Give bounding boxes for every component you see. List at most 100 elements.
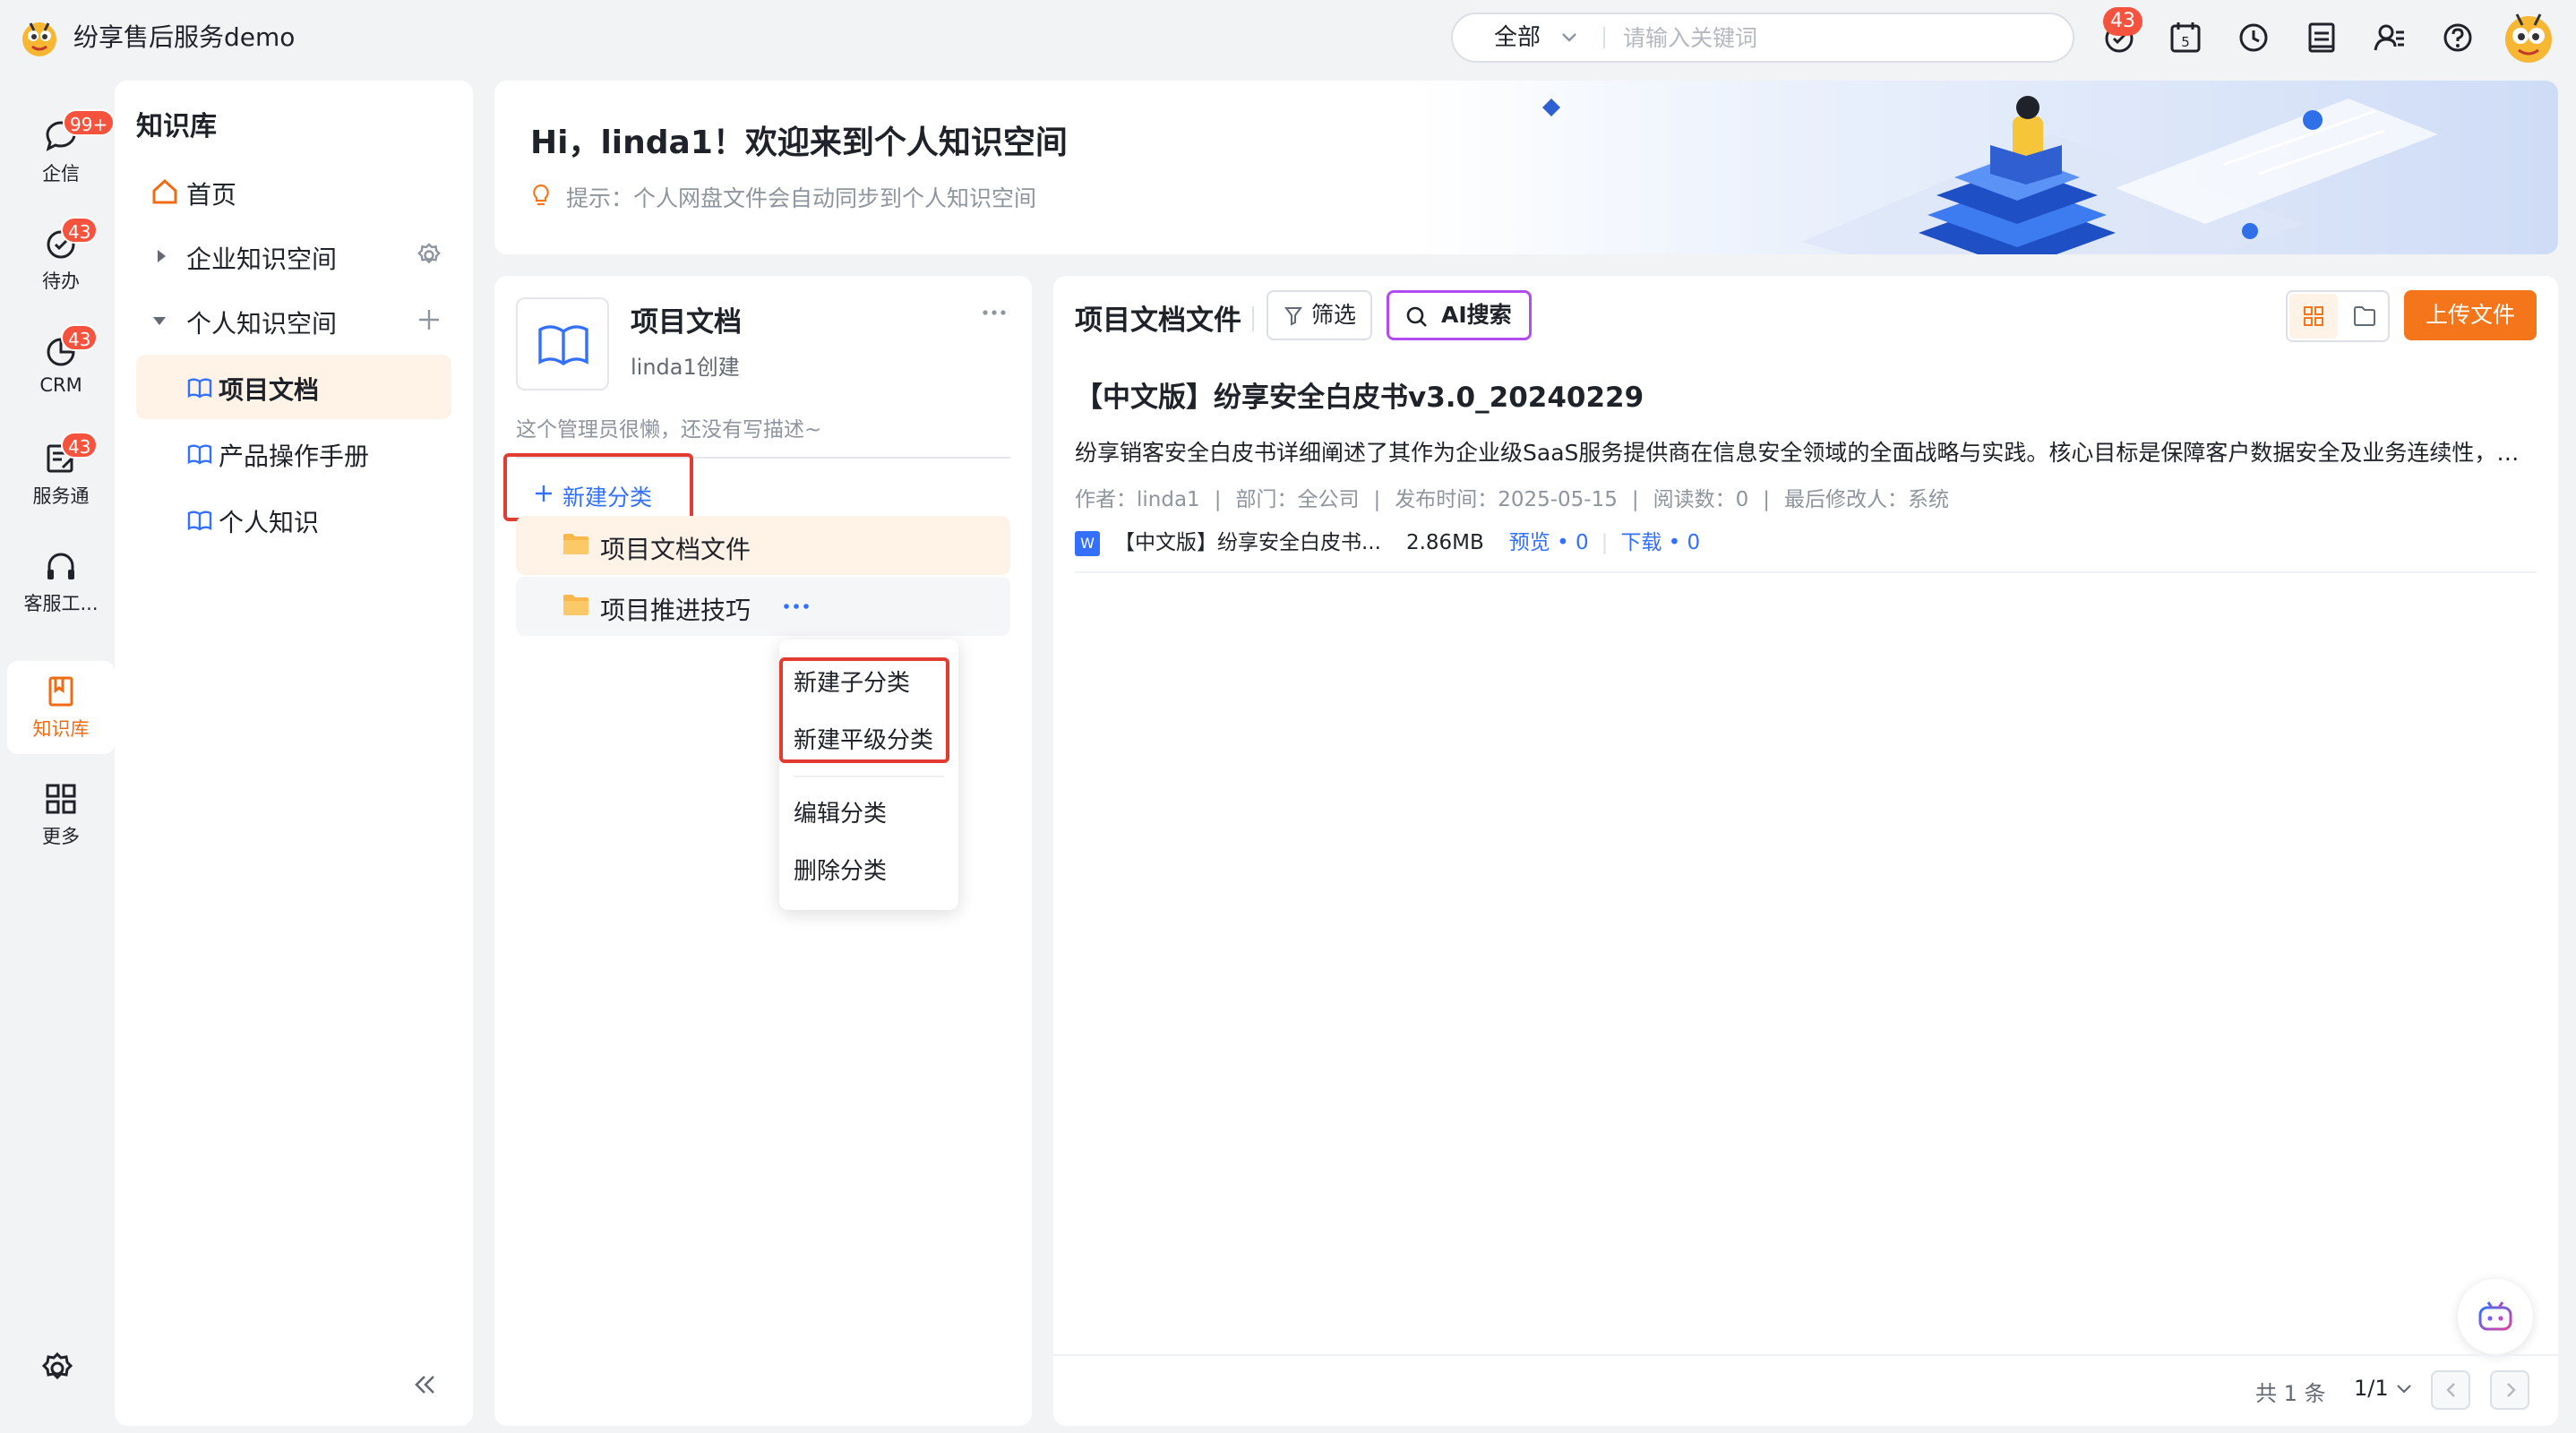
divider: [1252, 306, 1254, 331]
app-logo-icon: [18, 16, 61, 59]
caret-right-icon[interactable]: [152, 247, 170, 265]
rail-label: CRM: [39, 374, 82, 396]
rail-label: 客服工...: [23, 593, 99, 614]
welcome-greeting: Hi，linda1！欢迎来到个人知识空间: [530, 124, 1068, 161]
collapse-sidebar-icon[interactable]: [410, 1370, 439, 1399]
rail-label: 服务通: [32, 485, 90, 507]
preview-link[interactable]: 预览 • 0: [1509, 531, 1589, 554]
folder-icon: [562, 532, 589, 555]
doc-attachment: W 【中文版】纷享安全白皮书... 2.86MB 预览 • 0 | 下载 • 0: [1075, 525, 1700, 556]
contacts-icon[interactable]: [2372, 20, 2408, 56]
category-label: 项目文档文件: [600, 535, 751, 564]
caret-down-icon[interactable]: [150, 312, 168, 330]
approval-icon[interactable]: [2304, 20, 2340, 56]
category-item-project-tips[interactable]: 项目推进技巧: [516, 577, 1010, 636]
rail-item-knowledge[interactable]: 知识库: [7, 661, 115, 754]
library-description: 这个管理员很懒，还没有写描述~: [516, 418, 822, 442]
settings-gear-icon[interactable]: [39, 1351, 75, 1386]
app-title: 纷享售后服务demo: [73, 22, 296, 52]
rail-label: 待办: [42, 270, 80, 292]
rail-item-service[interactable]: 43 服务通: [7, 428, 115, 521]
plus-icon[interactable]: [534, 484, 554, 503]
headset-icon: [43, 548, 79, 584]
menu-item-delete-category[interactable]: 删除分类: [794, 853, 887, 886]
book-icon: [186, 507, 213, 534]
category-label: 项目推进技巧: [600, 596, 751, 625]
sidebar-item-label: 首页: [186, 180, 237, 210]
sidebar-item-home[interactable]: 首页: [136, 159, 451, 224]
folder-view-button[interactable]: [2340, 294, 2388, 339]
sidebar-item-personal-knowledge[interactable]: 个人知识: [136, 487, 451, 552]
grid-icon: [43, 781, 79, 817]
banner-hint: 提示：个人网盘文件会自动同步到个人知识空间: [566, 185, 1037, 211]
ai-search-button[interactable]: AI搜索: [1387, 290, 1532, 340]
sidebar-item-enterprise[interactable]: 企业知识空间: [136, 224, 451, 288]
rail-item-service-desk[interactable]: 客服工...: [7, 536, 115, 629]
library-creator: linda1创建: [631, 355, 740, 380]
category-item-project-files[interactable]: 项目文档文件: [516, 516, 1010, 575]
download-link[interactable]: 下载 • 0: [1620, 531, 1700, 554]
sidebar-item-label: 个人知识空间: [186, 309, 338, 339]
search-input[interactable]: [1623, 20, 2053, 56]
next-page-button[interactable]: [2490, 1370, 2529, 1410]
filter-label: 筛选: [1311, 302, 1357, 328]
rail-item-crm[interactable]: 43 CRM: [7, 321, 115, 414]
search-divider: [1603, 27, 1605, 48]
home-icon: [150, 177, 179, 206]
new-category-button[interactable]: 新建分类: [562, 480, 652, 512]
global-search: 全部: [1451, 13, 2074, 63]
user-avatar[interactable]: [2499, 7, 2558, 66]
divider: [1053, 1354, 2558, 1356]
upload-file-button[interactable]: 上传文件: [2404, 290, 2537, 340]
doc-title[interactable]: 【中文版】纷享安全白皮书v3.0_20240229: [1075, 374, 1644, 415]
sidebar-item-label: 项目文档: [219, 375, 320, 405]
grid-view-button[interactable]: [2289, 294, 2338, 339]
divider: [1075, 571, 2537, 573]
word-file-icon: W: [1075, 530, 1100, 556]
menu-divider: [794, 776, 944, 777]
ai-search-icon: [1405, 305, 1429, 329]
category-more-icon[interactable]: [783, 602, 810, 611]
open-book-icon: [538, 325, 588, 366]
doc-department: 部门：全公司: [1235, 488, 1360, 511]
help-icon[interactable]: [2440, 20, 2476, 56]
rail-badge: 43: [61, 432, 99, 459]
doc-published: 发布时间：2025-05-15: [1395, 488, 1618, 511]
welcome-banner: Hi，linda1！欢迎来到个人知识空间 提示：个人网盘文件会自动同步到个人知识…: [494, 81, 2558, 254]
ai-search-label: AI搜索: [1441, 302, 1512, 328]
doc-author: 作者：linda1: [1075, 488, 1200, 511]
prev-page-button[interactable]: [2431, 1370, 2470, 1410]
gear-icon[interactable]: [416, 242, 442, 269]
calendar-day: 5: [2181, 34, 2190, 50]
document-panel: 项目文档文件 筛选 AI搜索 上传文件 【中文版】纷享安全白皮书v3.0_202…: [1053, 276, 2558, 1426]
rail-item-todo[interactable]: 43 待办: [7, 213, 115, 306]
sidebar-item-personal[interactable]: 个人知识空间: [136, 288, 451, 353]
search-scope-select[interactable]: 全部: [1494, 14, 1541, 61]
chevron-down-icon[interactable]: [1560, 30, 1578, 45]
knowledge-sidebar: 知识库 首页 企业知识空间 个人知识空间 项目文档 产品操作手册 个人知识: [115, 81, 473, 1426]
knowledge-book-icon: [43, 674, 79, 709]
attachment-name[interactable]: 【中文版】纷享安全白皮书...: [1114, 531, 1381, 554]
book-icon: [186, 441, 213, 468]
page-select[interactable]: 1/1: [2354, 1376, 2389, 1401]
rail-item-more[interactable]: 更多: [7, 768, 115, 862]
more-options-icon[interactable]: [982, 308, 1007, 317]
calendar-icon[interactable]: 5: [2168, 20, 2203, 56]
clock-icon[interactable]: [2236, 20, 2271, 56]
chevron-down-icon[interactable]: [2395, 1383, 2413, 1395]
rail-label: 更多: [42, 826, 80, 847]
sidebar-item-project-docs[interactable]: 项目文档: [136, 355, 451, 419]
folder-view-icon: [2354, 306, 2375, 326]
sidebar-item-label: 产品操作手册: [219, 442, 370, 471]
menu-item-edit-category[interactable]: 编辑分类: [794, 795, 887, 828]
ai-assistant-button[interactable]: [2458, 1279, 2533, 1354]
rail-badge: 43: [61, 324, 99, 351]
sidebar-item-manual[interactable]: 产品操作手册: [136, 421, 451, 485]
robot-icon: [2478, 1301, 2512, 1331]
add-icon[interactable]: [416, 306, 442, 333]
rail-item-qixin[interactable]: 99+ 企信: [7, 106, 116, 199]
rail-label: 知识库: [32, 718, 90, 740]
filter-button[interactable]: 筛选: [1267, 290, 1372, 340]
doc-reads: 阅读数：0: [1653, 488, 1749, 511]
grid-view-icon: [2304, 306, 2323, 326]
